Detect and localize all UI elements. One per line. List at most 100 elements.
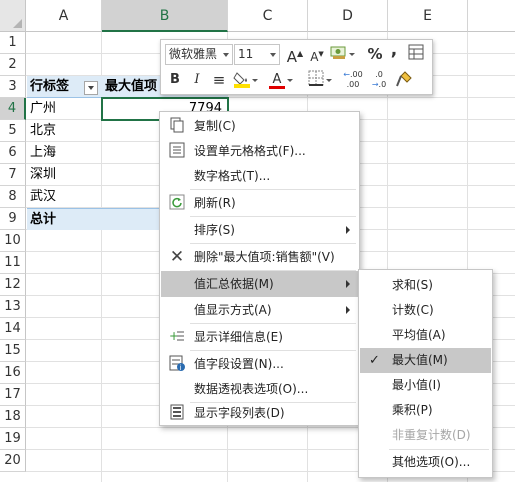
pivot-row-item[interactable]: 武汉: [27, 186, 101, 208]
row-header[interactable]: 17: [0, 384, 26, 406]
grow-font-button[interactable]: A▲: [285, 44, 305, 66]
increase-decimal-icon-lower: .00: [346, 80, 360, 89]
menu-item-delete-field[interactable]: ✕ 删除"最大值项:销售额"(V): [161, 244, 358, 270]
pivot-row-item[interactable]: 上海: [27, 142, 101, 164]
menu-item-label: 数据透视表选项(O)...: [194, 382, 309, 396]
currency-icon: [330, 46, 346, 59]
menu-item-sort[interactable]: 排序(S): [161, 217, 358, 243]
table-icon: [408, 44, 424, 60]
submenu-item-max[interactable]: ✓ 最大值(M): [360, 348, 491, 373]
copy-icon: [168, 117, 186, 135]
submenu-item-distinct-count: 非重复计数(D): [360, 423, 491, 448]
column-header-e[interactable]: E: [388, 0, 468, 32]
format-painter-icon: [396, 71, 412, 87]
row-header[interactable]: 6: [0, 142, 26, 164]
submenu-item-more-options[interactable]: 其他选项(O)...: [360, 450, 491, 475]
chevron-right-icon: [346, 226, 350, 234]
submenu-item-sum[interactable]: 求和(S): [360, 273, 491, 298]
italic-button[interactable]: I: [187, 70, 207, 90]
pivot-total-label[interactable]: 总计: [27, 208, 102, 230]
submenu-item-product[interactable]: 乘积(P): [360, 398, 491, 423]
row-header[interactable]: 14: [0, 318, 26, 340]
increase-decimal-icon: .00: [349, 70, 363, 79]
increase-decimal-button[interactable]: ←.00.00: [341, 70, 365, 90]
menu-item-number-format[interactable]: 数字格式(T)...: [161, 163, 358, 189]
row-header[interactable]: 18: [0, 406, 26, 428]
menu-item-value-field-settings[interactable]: i 值字段设置(N)...: [161, 351, 358, 377]
row-header[interactable]: 8: [0, 186, 26, 208]
menu-item-label: 复制(C): [194, 119, 236, 133]
accounting-format-button[interactable]: [329, 44, 355, 64]
borders-icon: [308, 70, 324, 86]
chevron-down-icon: [270, 53, 276, 57]
row-header[interactable]: 5: [0, 120, 26, 142]
submenu-item-label: 乘积(P): [392, 403, 433, 417]
filter-dropdown-icon[interactable]: [84, 81, 98, 95]
menu-item-label: 删除"最大值项:销售额"(V): [194, 250, 335, 264]
font-color-button[interactable]: A: [267, 70, 293, 90]
row-header[interactable]: 16: [0, 362, 26, 384]
menu-item-label: 设置单元格格式(F)...: [194, 144, 306, 158]
menu-item-show-field-list[interactable]: 显示字段列表(D): [161, 400, 358, 426]
row-header[interactable]: 13: [0, 296, 26, 318]
menu-item-label: 值显示方式(A): [194, 303, 272, 317]
column-header-f[interactable]: [468, 0, 515, 32]
comma-button[interactable]: ,: [384, 40, 404, 60]
menu-item-label: 数字格式(T)...: [194, 169, 271, 183]
row-header[interactable]: 4: [0, 98, 26, 120]
row-header[interactable]: 9: [0, 208, 26, 230]
column-header-c[interactable]: C: [228, 0, 308, 32]
row-header[interactable]: 10: [0, 230, 26, 252]
submenu-item-label: 求和(S): [392, 278, 433, 292]
font-name-combo[interactable]: 微软雅黑: [165, 44, 233, 65]
submenu-item-label: 其他选项(O)...: [392, 455, 471, 469]
menu-item-show-values-as[interactable]: 值显示方式(A): [161, 297, 358, 323]
row-header[interactable]: 20: [0, 450, 26, 472]
pivot-row-item[interactable]: 广州: [27, 98, 101, 120]
checkmark-icon: ✓: [369, 353, 380, 368]
row-header[interactable]: 11: [0, 252, 26, 274]
menu-item-show-details[interactable]: + 显示详细信息(E): [161, 324, 358, 350]
column-header-d[interactable]: D: [308, 0, 388, 32]
chevron-right-icon: [346, 280, 350, 288]
pivot-row-item[interactable]: 北京: [27, 120, 101, 142]
fill-bucket-icon: [233, 72, 250, 88]
pivot-row-label-text: 行标签: [30, 79, 70, 94]
row-header[interactable]: 3: [0, 76, 26, 98]
pivot-row-item[interactable]: 深圳: [27, 164, 101, 186]
font-name-value: 微软雅黑: [169, 47, 218, 61]
row-header[interactable]: 2: [0, 54, 26, 76]
fill-color-button[interactable]: [232, 70, 258, 90]
format-table-button[interactable]: [406, 44, 426, 64]
menu-item-refresh[interactable]: 刷新(R): [161, 190, 358, 216]
row-header[interactable]: 15: [0, 340, 26, 362]
row-header[interactable]: 19: [0, 428, 26, 450]
submenu-item-average[interactable]: 平均值(A): [360, 323, 491, 348]
font-size-combo[interactable]: 11: [234, 44, 280, 65]
row-header[interactable]: 7: [0, 164, 26, 186]
format-painter-button[interactable]: [394, 70, 414, 90]
bold-button[interactable]: B: [165, 70, 185, 90]
menu-item-pivot-options[interactable]: 数据透视表选项(O)...: [161, 376, 358, 402]
menu-item-format-cells[interactable]: 设置单元格格式(F)...: [161, 138, 358, 164]
select-all-corner[interactable]: [0, 0, 26, 32]
menu-item-label: 值汇总依据(M): [194, 277, 274, 291]
percent-button[interactable]: %: [365, 44, 385, 64]
center-align-button[interactable]: ≡: [209, 70, 229, 90]
column-header-b[interactable]: B: [102, 0, 228, 32]
submenu-item-label: 最小值(I): [392, 378, 441, 392]
menu-item-copy[interactable]: 复制(C): [161, 113, 358, 139]
column-header-a[interactable]: A: [26, 0, 102, 32]
menu-item-summarize-values-by[interactable]: 值汇总依据(M): [161, 271, 358, 297]
show-details-icon: +: [168, 328, 186, 346]
row-header[interactable]: 12: [0, 274, 26, 296]
submenu-item-count[interactable]: 计数(C): [360, 298, 491, 323]
borders-button[interactable]: [306, 70, 332, 90]
decrease-decimal-button[interactable]: .0 →.0: [367, 70, 391, 90]
delete-icon: ✕: [169, 247, 185, 267]
svg-text:i: i: [180, 364, 182, 371]
row-header[interactable]: 1: [0, 32, 26, 54]
shrink-font-button[interactable]: A▼: [307, 44, 327, 64]
submenu-item-min[interactable]: 最小值(I): [360, 373, 491, 398]
context-menu: 复制(C) 设置单元格格式(F)... 数字格式(T)... 刷新(R) 排序(…: [159, 111, 360, 426]
